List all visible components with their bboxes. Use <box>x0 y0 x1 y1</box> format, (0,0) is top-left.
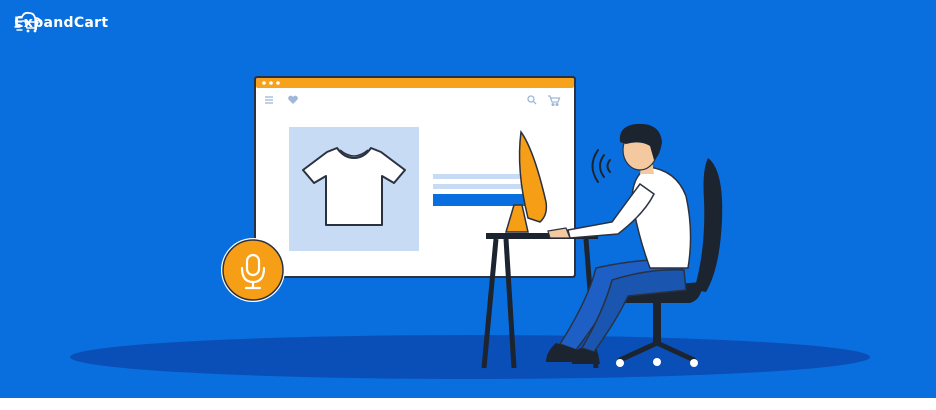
chair-post <box>653 303 661 345</box>
product-price-line <box>433 184 529 189</box>
mic-badge-circle <box>222 239 284 301</box>
floor-shadow <box>70 335 870 379</box>
cart-cloud-icon <box>14 11 41 33</box>
voice-commerce-illustration <box>0 0 936 410</box>
window-dot <box>269 81 273 85</box>
chair-wheel <box>653 358 661 366</box>
product-title-line <box>433 174 529 179</box>
microphone-badge <box>221 238 285 302</box>
chair-wheel <box>616 359 624 367</box>
window-dot <box>262 81 266 85</box>
browser-title-bar <box>256 78 574 88</box>
window-dot <box>276 81 280 85</box>
bottom-edge <box>0 398 936 410</box>
chair-wheel <box>690 359 698 367</box>
add-to-cart-bar <box>433 194 529 206</box>
brand-logo[interactable]: ExpandCart <box>14 10 108 36</box>
banner: ExpandCart <box>0 0 936 410</box>
